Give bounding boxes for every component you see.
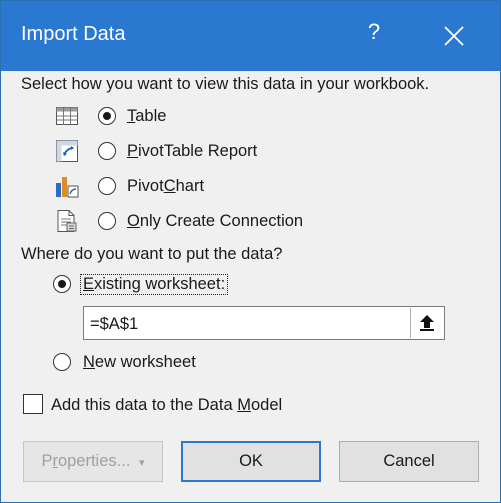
option-connection[interactable]: Only Create Connection [55, 208, 335, 234]
upload-arrow-icon [420, 315, 434, 331]
option-pivottable-label: PivotTable Report [127, 142, 258, 160]
option-connection-label: Only Create Connection [127, 212, 304, 230]
location-prompt: Where do you want to put the data? [21, 245, 283, 263]
import-data-dialog: Import Data ? Select how you want to vie… [0, 0, 501, 503]
dropdown-arrow-icon: ▾ [139, 457, 145, 469]
option-pivotchart-label: PivotChart [127, 177, 205, 195]
radio-new-worksheet[interactable] [53, 353, 71, 371]
title-bar: Import Data ? [1, 1, 500, 71]
existing-worksheet-label: Existing worksheet: [80, 274, 229, 295]
data-model-label[interactable]: Add this data to the Data Model [51, 396, 282, 415]
option-new-worksheet[interactable]: New worksheet [53, 349, 253, 375]
table-icon [56, 107, 78, 125]
cell-reference-input[interactable] [88, 311, 410, 337]
dialog-title: Import Data [21, 23, 126, 45]
radio-existing-worksheet[interactable] [53, 275, 71, 293]
option-pivotchart[interactable]: PivotChart [55, 173, 255, 199]
connection-icon [57, 210, 77, 232]
option-table-label: Table [127, 107, 167, 125]
radio-pivotchart[interactable] [98, 177, 116, 195]
help-button[interactable]: ? [363, 19, 385, 45]
pivottable-icon [56, 140, 78, 162]
properties-button[interactable]: Properties... ▾ [23, 441, 163, 482]
cell-reference-field[interactable] [83, 306, 445, 340]
data-model-checkbox[interactable] [23, 394, 43, 414]
collapse-dialog-button[interactable] [410, 308, 443, 338]
radio-table[interactable] [98, 107, 116, 125]
ok-button[interactable]: OK [181, 441, 321, 482]
radio-connection[interactable] [98, 212, 116, 230]
new-worksheet-label: New worksheet [83, 353, 196, 371]
pivotchart-icon [56, 177, 79, 198]
option-pivottable[interactable]: PivotTable Report [55, 138, 285, 164]
cancel-button[interactable]: Cancel [339, 441, 479, 482]
option-table[interactable]: Table [55, 103, 255, 129]
view-prompt: Select how you want to view this data in… [21, 75, 430, 93]
option-existing-worksheet[interactable]: Existing worksheet: [53, 271, 273, 297]
close-icon[interactable] [441, 23, 467, 49]
radio-pivottable[interactable] [98, 142, 116, 160]
